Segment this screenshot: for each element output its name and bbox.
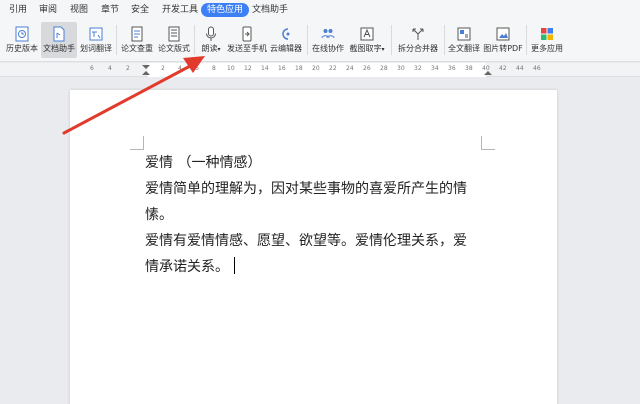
paper-format-icon	[168, 26, 180, 42]
online-collab-button[interactable]: 在线协作	[310, 22, 346, 58]
app-grid-icon	[541, 28, 553, 40]
document-page[interactable]: 爱情 （一种情感） 爱情简单的理解为，因对某些事物的喜爱所产生的情 愫。 爱情有…	[70, 90, 557, 404]
ruler-number: 8	[212, 65, 216, 72]
horizontal-ruler: 6 4 2 2 4 6 8 10 12 14 16 18 20 22 24 26…	[0, 63, 640, 77]
paper-check-icon	[131, 26, 143, 42]
split-merge-icon	[412, 28, 424, 40]
toolbar-divider	[194, 25, 195, 55]
tab-doc-assistant[interactable]: 文档助手	[252, 0, 288, 20]
ruler-number: 12	[244, 65, 252, 72]
send-to-phone-label: 发送至手机	[227, 44, 267, 53]
ruler-number: 16	[278, 65, 286, 72]
tab-special-apps[interactable]: 特色应用	[201, 3, 250, 17]
clock-icon	[15, 26, 29, 42]
ruler-number: 2	[126, 65, 130, 72]
paper-format-label: 论文版式	[158, 44, 190, 53]
ruler-number: 18	[295, 65, 303, 72]
toolbar-divider	[526, 25, 527, 55]
paper-check-label: 论文查重	[121, 44, 153, 53]
ruler-number: 42	[499, 65, 507, 72]
collaboration-icon	[321, 29, 335, 39]
paper-format-button[interactable]: 论文版式	[156, 22, 192, 58]
ruler-number: 30	[397, 65, 405, 72]
tab-chapter[interactable]: 章节	[101, 0, 119, 20]
ruler-number: 34	[431, 65, 439, 72]
full-translate-label: 全文翻译	[448, 44, 480, 53]
ruler-number: 10	[227, 65, 235, 72]
history-version-button[interactable]: 历史版本	[4, 22, 40, 58]
ruler-number: 44	[516, 65, 524, 72]
cloud-editor-label: 云编辑器	[270, 44, 302, 53]
ruler-number: 6	[90, 65, 94, 72]
ribbon-toolbar: 历史版本 文档助手 划词翻译 论文查重 论文版式 朗读▾ 发送至手机 云编辑器 …	[0, 20, 640, 62]
ruler-number: 2	[161, 65, 165, 72]
screenshot-ocr-icon	[360, 27, 374, 41]
tab-reference[interactable]: 引用	[9, 0, 27, 20]
ruler-number: 4	[108, 65, 112, 72]
ruler-number: 46	[533, 65, 541, 72]
history-version-label: 历史版本	[6, 44, 38, 53]
tab-review[interactable]: 审阅	[39, 0, 57, 20]
send-to-phone-icon	[242, 26, 252, 42]
doc-assistant-label: 文档助手	[43, 44, 75, 53]
ruler-number: 6	[195, 65, 199, 72]
read-aloud-button[interactable]: 朗读▾	[196, 22, 226, 58]
full-translate-icon	[457, 27, 471, 41]
ruler-number: 20	[312, 65, 320, 72]
ruler-number: 4	[178, 65, 182, 72]
document-line: 爱情有爱情情感、愿望、欲望等。爱情伦理关系，爱	[145, 233, 467, 249]
ruler-number: 22	[329, 65, 337, 72]
document-line-last: 情承诺关系。	[145, 254, 495, 280]
cloud-editor-icon	[282, 28, 290, 40]
more-apps-button[interactable]: 更多应用	[529, 22, 565, 58]
ruler-number: 32	[414, 65, 422, 72]
ruler-number: 24	[346, 65, 354, 72]
toolbar-divider	[116, 25, 117, 55]
margin-corner-mark	[130, 136, 144, 150]
full-translate-button[interactable]: 全文翻译	[446, 22, 482, 58]
margin-corner-mark	[481, 136, 495, 150]
text-cursor	[234, 257, 235, 274]
translate-words-button[interactable]: 划词翻译	[78, 22, 114, 58]
ruler-number: 14	[261, 65, 269, 72]
tab-view[interactable]: 视图	[70, 0, 88, 20]
screenshot-ocr-button[interactable]: 截图取字▾	[347, 22, 387, 58]
document-line: 爱情 （一种情感）	[145, 155, 262, 171]
image-to-pdf-label: 图片转PDF	[483, 44, 523, 53]
paper-check-button[interactable]: 论文查重	[119, 22, 155, 58]
online-collab-label: 在线协作	[312, 44, 344, 53]
ruler-number: 38	[465, 65, 473, 72]
read-aloud-label: 朗读▾	[201, 44, 221, 53]
toolbar-divider	[444, 25, 445, 55]
ruler-number: 26	[363, 65, 371, 72]
image-to-pdf-button[interactable]: 图片转PDF	[483, 22, 523, 58]
screenshot-ocr-label: 截图取字▾	[349, 44, 385, 53]
ruler-ticks	[142, 63, 492, 77]
cloud-editor-button[interactable]: 云编辑器	[268, 22, 304, 58]
document-line: 愫。	[145, 207, 173, 223]
microphone-icon	[206, 26, 216, 41]
toolbar-divider	[391, 25, 392, 55]
ruler-number: 40	[482, 65, 490, 72]
ruler-number: 36	[448, 65, 456, 72]
send-to-phone-button[interactable]: 发送至手机	[227, 22, 267, 58]
tab-security[interactable]: 安全	[131, 0, 149, 20]
image-to-pdf-icon	[496, 27, 510, 41]
toolbar-divider	[307, 25, 308, 55]
translate-icon	[89, 27, 103, 41]
document-body[interactable]: 爱情 （一种情感） 爱情简单的理解为，因对某些事物的喜爱所产生的情 愫。 爱情有…	[145, 150, 495, 280]
translate-words-label: 划词翻译	[80, 44, 112, 53]
document-line: 爱情简单的理解为，因对某些事物的喜爱所产生的情	[145, 181, 467, 197]
ruler-number: 28	[380, 65, 388, 72]
doc-assistant-button[interactable]: 文档助手	[41, 22, 77, 58]
tab-developer-tools[interactable]: 开发工具	[162, 0, 198, 20]
split-merge-button[interactable]: 拆分合并器	[394, 22, 442, 58]
document-assistant-icon	[53, 26, 65, 42]
more-apps-label: 更多应用	[531, 44, 563, 53]
ribbon-tab-bar: 引用 审阅 视图 章节 安全 开发工具 特色应用 文档助手	[0, 0, 640, 20]
split-merge-label: 拆分合并器	[398, 44, 438, 53]
